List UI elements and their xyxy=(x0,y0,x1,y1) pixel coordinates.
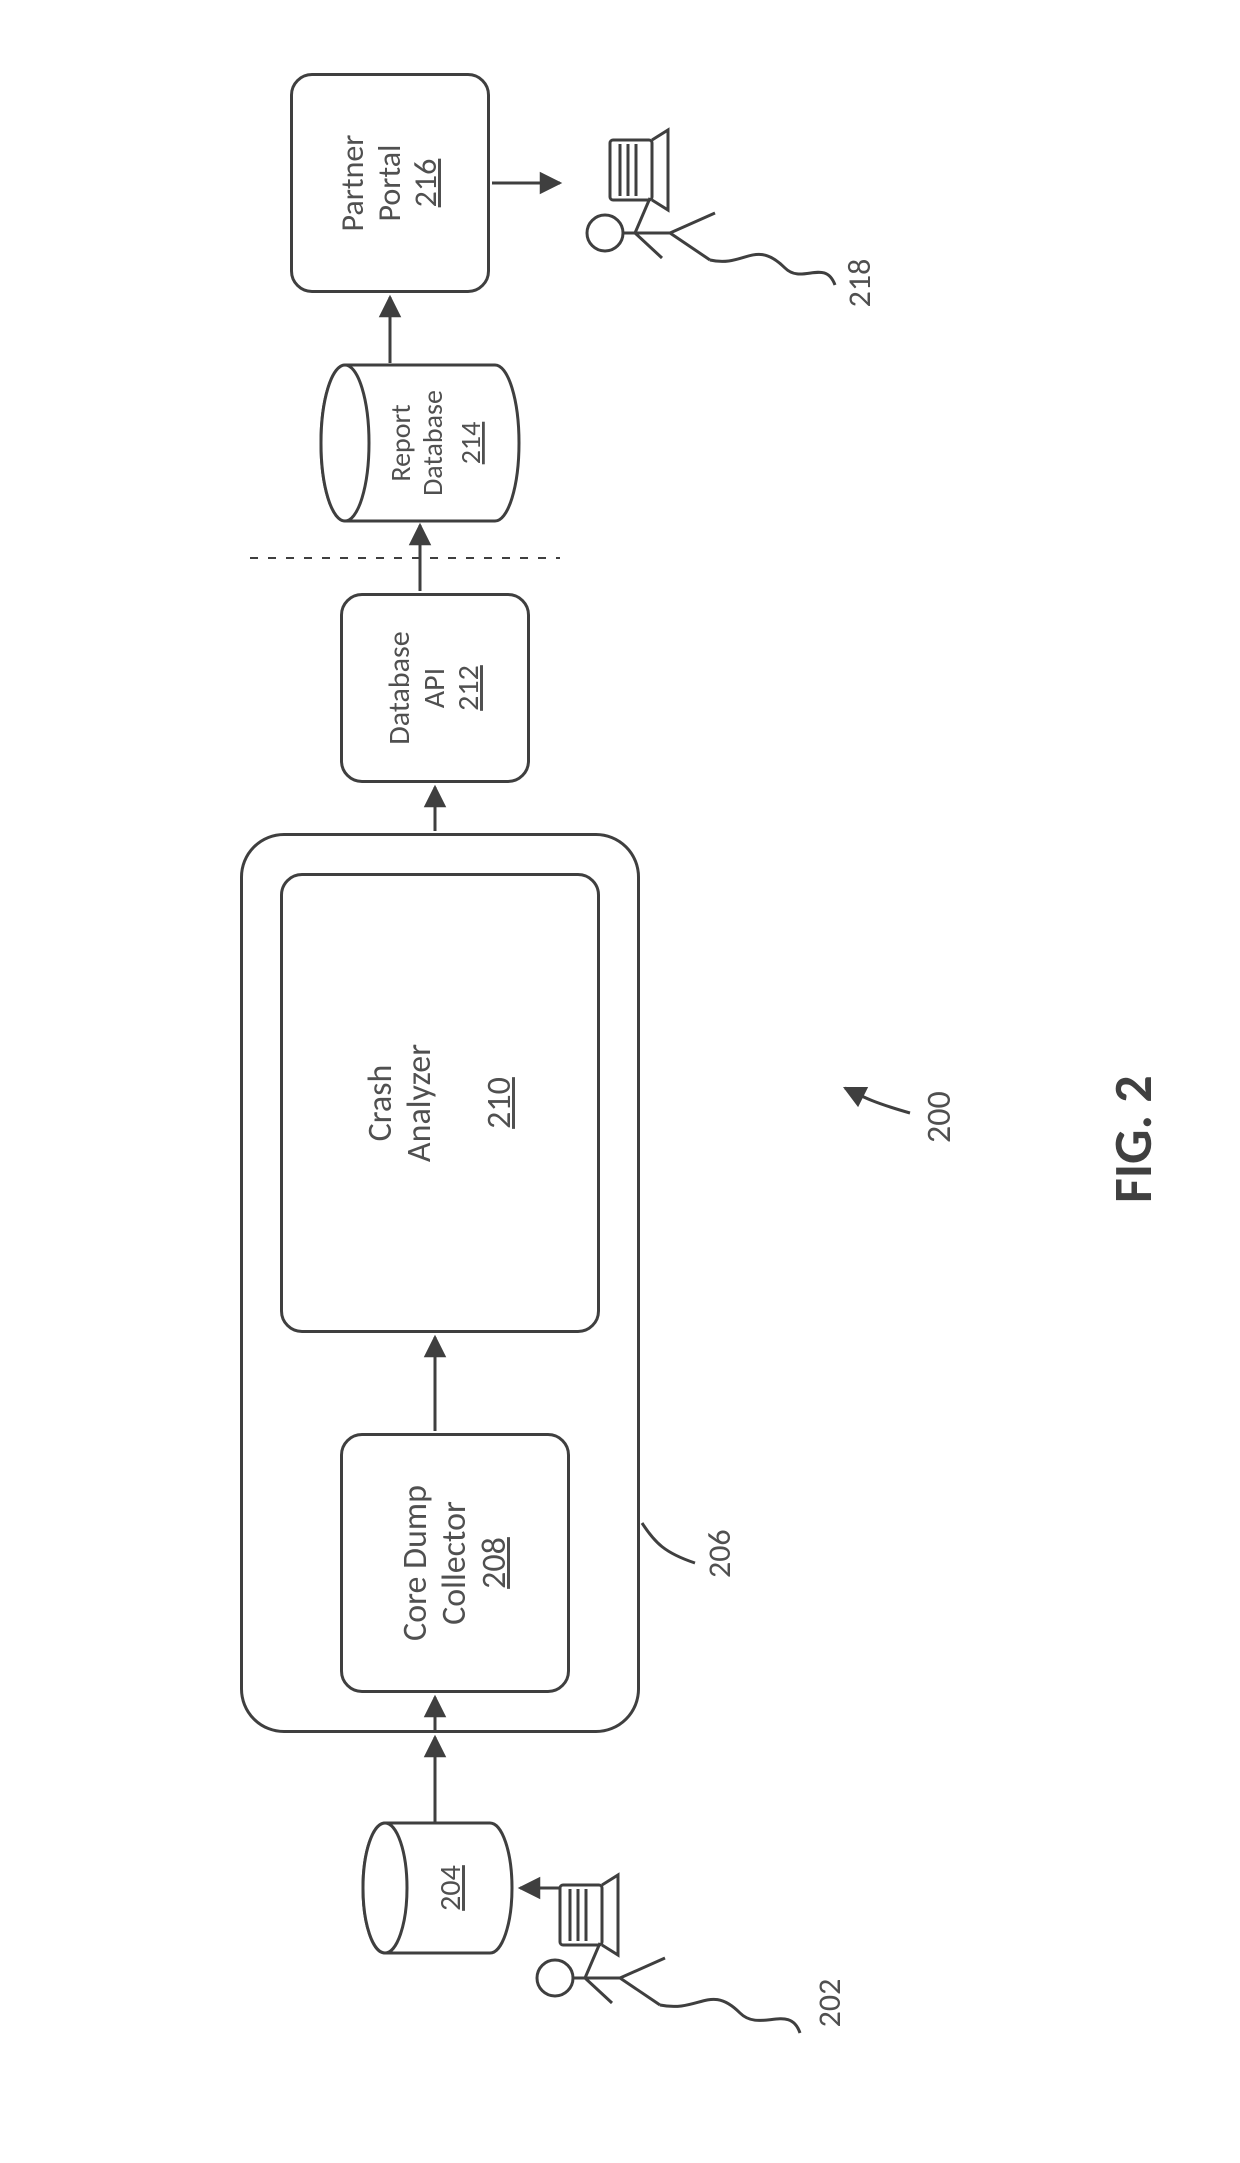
rotated-stage: Core Dump Collector 208 Crash Analyzer 2… xyxy=(0,0,1240,2163)
leader-200 xyxy=(845,1088,910,1113)
user-right-icon xyxy=(587,130,835,285)
container-ref: 206 xyxy=(700,1529,739,1578)
figure-label: FIG. 2 xyxy=(1100,1075,1166,1203)
report-db-label-2: Database xyxy=(415,390,450,496)
cylinder-left-ref: 204 xyxy=(432,1865,469,1911)
diagram-svg: 204 Report Database 214 xyxy=(0,0,1240,2163)
leader-206 xyxy=(642,1523,695,1563)
user-right-ref: 218 xyxy=(840,259,879,308)
report-db-ref: 214 xyxy=(453,422,488,465)
user-left-icon xyxy=(537,1875,800,2033)
diagram-canvas: Core Dump Collector 208 Crash Analyzer 2… xyxy=(0,0,1240,2163)
user-left-ref: 202 xyxy=(810,1979,849,2028)
overall-ref: 200 xyxy=(919,1091,960,1143)
report-db-label-1: Report xyxy=(383,404,418,481)
